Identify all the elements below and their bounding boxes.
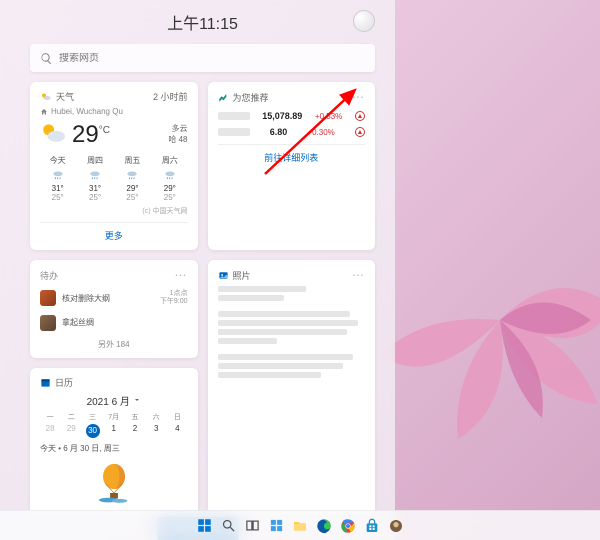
todo-item[interactable]: 拿起丝绸 xyxy=(40,311,188,335)
weather-feels: 哈 48 xyxy=(168,135,187,145)
forecast-day[interactable]: 周五29°25° xyxy=(115,155,150,202)
weather-location: Hubei, Wuchang Qu xyxy=(51,107,123,116)
user-avatar[interactable] xyxy=(353,10,375,32)
todo-widget[interactable]: 待办 ⋯ 核对删除大纲 1点点下午9:00 拿起丝绸 另外 184 xyxy=(30,260,198,358)
weather-source: (c) 中国天气网 xyxy=(40,206,188,216)
home-icon xyxy=(40,108,48,116)
widget-more-button[interactable]: ⋯ xyxy=(175,268,188,282)
panel-time: 上午11:15 xyxy=(167,10,238,34)
blurred-text xyxy=(218,372,321,378)
calendar-today-line: 今天 • 6 月 30 日, 周三 xyxy=(40,443,188,454)
weather-main-icon xyxy=(40,120,66,149)
stock-change: +0.53% xyxy=(315,112,342,121)
calendar-day[interactable]: 29 xyxy=(61,423,81,439)
stock-name-blur xyxy=(218,128,250,136)
weather-title: 天气 xyxy=(56,90,74,103)
calendar-day-today[interactable]: 30 xyxy=(82,423,102,439)
photos-title: 照片 xyxy=(233,269,251,282)
search-input[interactable] xyxy=(59,53,365,64)
search-icon xyxy=(40,52,53,65)
stock-row[interactable]: 6.80 +0.30% ▲ xyxy=(218,124,366,140)
blurred-text xyxy=(218,320,358,326)
blurred-text xyxy=(218,329,348,335)
chevron-down-icon xyxy=(133,396,141,404)
calendar-month-selector[interactable]: 2021 6 月 xyxy=(40,393,188,408)
calendar-day[interactable]: 28 xyxy=(40,423,60,439)
blurred-text xyxy=(218,363,343,369)
stock-name-blur xyxy=(218,112,250,120)
task-view-button[interactable] xyxy=(243,517,261,535)
blurred-text xyxy=(218,354,354,360)
up-arrow-icon: ▲ xyxy=(355,111,365,121)
search-box[interactable] xyxy=(30,44,375,72)
forecast-row: 今天31°25° 周四31°25° 周五29°25° 周六29°25° xyxy=(40,155,188,202)
blurred-text xyxy=(218,295,284,301)
stock-price: 6.80 xyxy=(270,127,288,137)
todo-item[interactable]: 核对删除大纲 1点点下午9:00 xyxy=(40,286,188,311)
weather-condition: 多云 xyxy=(168,124,187,134)
blurred-text xyxy=(218,338,277,344)
app-button[interactable] xyxy=(387,517,405,535)
weather-updated: 2 小时前 xyxy=(153,90,188,103)
taskbar xyxy=(0,510,600,540)
taskbar-search-button[interactable] xyxy=(219,517,237,535)
chrome-button[interactable] xyxy=(339,517,357,535)
stock-row[interactable]: 15,078.89 +0.53% ▲ xyxy=(218,108,366,124)
chart-icon xyxy=(218,92,229,103)
up-arrow-icon: ▲ xyxy=(355,127,365,137)
blurred-text xyxy=(218,286,307,292)
widget-more-button[interactable]: ⋯ xyxy=(352,90,365,104)
todo-color-swatch xyxy=(40,290,56,306)
explorer-button[interactable] xyxy=(291,517,309,535)
calendar-day[interactable]: 2 xyxy=(125,423,145,439)
start-button[interactable] xyxy=(195,517,213,535)
calendar-icon xyxy=(40,377,51,388)
weather-widget[interactable]: 天气 2 小时前 Hubei, Wuchang Qu 29°C 多云 哈 48 … xyxy=(30,82,198,250)
money-details-link[interactable]: 前往详细列表 xyxy=(218,144,366,164)
wallpaper-art xyxy=(360,180,600,460)
money-title: 为您推荐 xyxy=(233,91,269,104)
todo-title: 待办 xyxy=(40,269,58,282)
calendar-day[interactable]: 4 xyxy=(167,423,187,439)
calendar-title: 日历 xyxy=(55,376,73,389)
edge-button[interactable] xyxy=(315,517,333,535)
todo-label: 拿起丝绸 xyxy=(62,317,94,328)
weather-temp: 29°C xyxy=(72,121,110,149)
store-button[interactable] xyxy=(363,517,381,535)
weather-more-link[interactable]: 更多 xyxy=(40,222,188,242)
calendar-grid: 一 二 三 7月 五 六 日 28 29 30 1 2 3 4 xyxy=(40,412,188,439)
calendar-widget[interactable]: 日历 2021 6 月 一 二 三 7月 五 六 日 28 29 30 1 2 … xyxy=(30,368,198,515)
forecast-day[interactable]: 周六29°25° xyxy=(152,155,187,202)
widget-more-button[interactable]: ⋯ xyxy=(352,268,365,282)
widgets-button[interactable] xyxy=(267,517,285,535)
blurred-text xyxy=(218,311,351,317)
todo-footer[interactable]: 另外 184 xyxy=(40,339,188,350)
balloon-illustration xyxy=(40,460,188,507)
todo-label: 核对删除大纲 xyxy=(62,293,110,304)
calendar-day[interactable]: 1 xyxy=(104,423,124,439)
stock-price: 15,078.89 xyxy=(262,111,302,121)
forecast-day[interactable]: 今天31°25° xyxy=(40,155,75,202)
weather-partly-cloudy-icon xyxy=(40,91,52,103)
money-widget[interactable]: 为您推荐 ⋯ 15,078.89 +0.53% ▲ 6.80 +0.30% ▲ … xyxy=(208,82,376,250)
widgets-panel: 上午11:15 天气 2 小时前 Hubei, Wuchang Qu 29°C xyxy=(0,0,395,540)
stock-change: +0.30% xyxy=(307,128,334,137)
forecast-day[interactable]: 周四31°25° xyxy=(77,155,112,202)
todo-color-swatch xyxy=(40,315,56,331)
photos-widget[interactable]: 照片 ⋯ xyxy=(208,260,376,515)
calendar-day[interactable]: 3 xyxy=(146,423,166,439)
photos-icon xyxy=(218,270,229,281)
